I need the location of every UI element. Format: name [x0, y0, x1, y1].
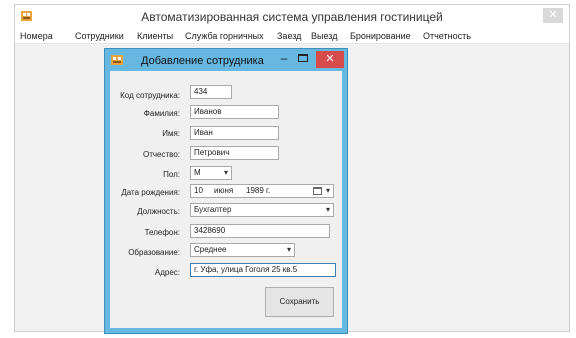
menu-item-rooms[interactable]: Номера — [20, 31, 53, 41]
gender-combobox[interactable]: М ▾ — [190, 166, 232, 180]
dialog-close-button[interactable]: ✕ — [316, 51, 344, 68]
patronymic-label: Отчество: — [143, 150, 180, 159]
last-name-label: Фамилия: — [143, 109, 180, 118]
main-titlebar[interactable]: Автоматизированная система управления го… — [15, 5, 569, 29]
menu-item-clients[interactable]: Клиенты — [137, 31, 173, 41]
education-label: Образование: — [128, 248, 180, 257]
phone-label: Телефон: — [144, 228, 180, 237]
birth-date-label: Дата рождения: — [121, 188, 180, 197]
employee-code-label: Код сотрудника: — [120, 91, 180, 100]
chevron-down-icon[interactable]: ▾ — [224, 168, 228, 178]
menu-item-reports[interactable]: Отчетность — [423, 31, 471, 41]
dialog-minimize-button[interactable]: – — [278, 52, 290, 65]
address-input[interactable]: г. Уфа, улица Гоголя 25 кв.5 — [190, 263, 336, 277]
position-value: Бухгалтер — [194, 205, 232, 214]
birth-day[interactable]: 10 — [194, 185, 203, 197]
last-name-input[interactable]: Иванов — [190, 105, 279, 119]
main-close-button[interactable]: ✕ — [543, 8, 563, 23]
chevron-down-icon[interactable]: ▾ — [287, 245, 291, 255]
phone-input[interactable]: 3428690 — [190, 224, 330, 238]
gender-label: Пол: — [163, 170, 180, 179]
chevron-down-icon[interactable]: ▾ — [326, 205, 330, 215]
education-value: Среднее — [194, 245, 227, 254]
birth-date-picker[interactable]: 10 июня 1989 г. ▾ — [190, 184, 334, 198]
save-button[interactable]: Сохранить — [265, 287, 334, 317]
dialog-form: Код сотрудника: 434 Фамилия: Иванов Имя:… — [110, 71, 342, 328]
first-name-label: Имя: — [162, 129, 180, 138]
birth-year[interactable]: 1989 г. — [246, 185, 270, 197]
position-combobox[interactable]: Бухгалтер ▾ — [190, 203, 334, 217]
position-label: Должность: — [137, 207, 180, 216]
gender-value: М — [194, 168, 201, 177]
employee-code-input[interactable]: 434 — [190, 85, 232, 99]
calendar-icon[interactable] — [313, 187, 322, 195]
main-window-title: Автоматизированная система управления го… — [141, 10, 443, 24]
education-combobox[interactable]: Среднее ▾ — [190, 243, 295, 257]
birth-month[interactable]: июня — [214, 185, 233, 197]
dialog-title: Добавление сотрудника — [141, 55, 264, 67]
chevron-down-icon[interactable]: ▾ — [326, 186, 330, 196]
menubar: Номера Сотрудники Клиенты Служба горничн… — [15, 29, 569, 44]
dialog-app-icon — [111, 55, 123, 65]
menu-item-booking[interactable]: Бронирование — [350, 31, 411, 41]
patronymic-input[interactable]: Петрович — [190, 146, 279, 160]
add-employee-dialog: Добавление сотрудника – ✕ Код сотрудника… — [104, 48, 348, 334]
menu-item-check-out[interactable]: Выезд — [311, 31, 337, 41]
menu-item-check-in[interactable]: Заезд — [277, 31, 301, 41]
address-label: Адрес: — [154, 268, 180, 277]
dialog-maximize-button[interactable] — [298, 54, 308, 62]
first-name-input[interactable]: Иван — [190, 126, 279, 140]
menu-item-housekeeping[interactable]: Служба горничных — [185, 31, 264, 41]
dialog-titlebar[interactable]: Добавление сотрудника – ✕ — [105, 49, 347, 71]
menu-item-employees[interactable]: Сотрудники — [75, 31, 124, 41]
